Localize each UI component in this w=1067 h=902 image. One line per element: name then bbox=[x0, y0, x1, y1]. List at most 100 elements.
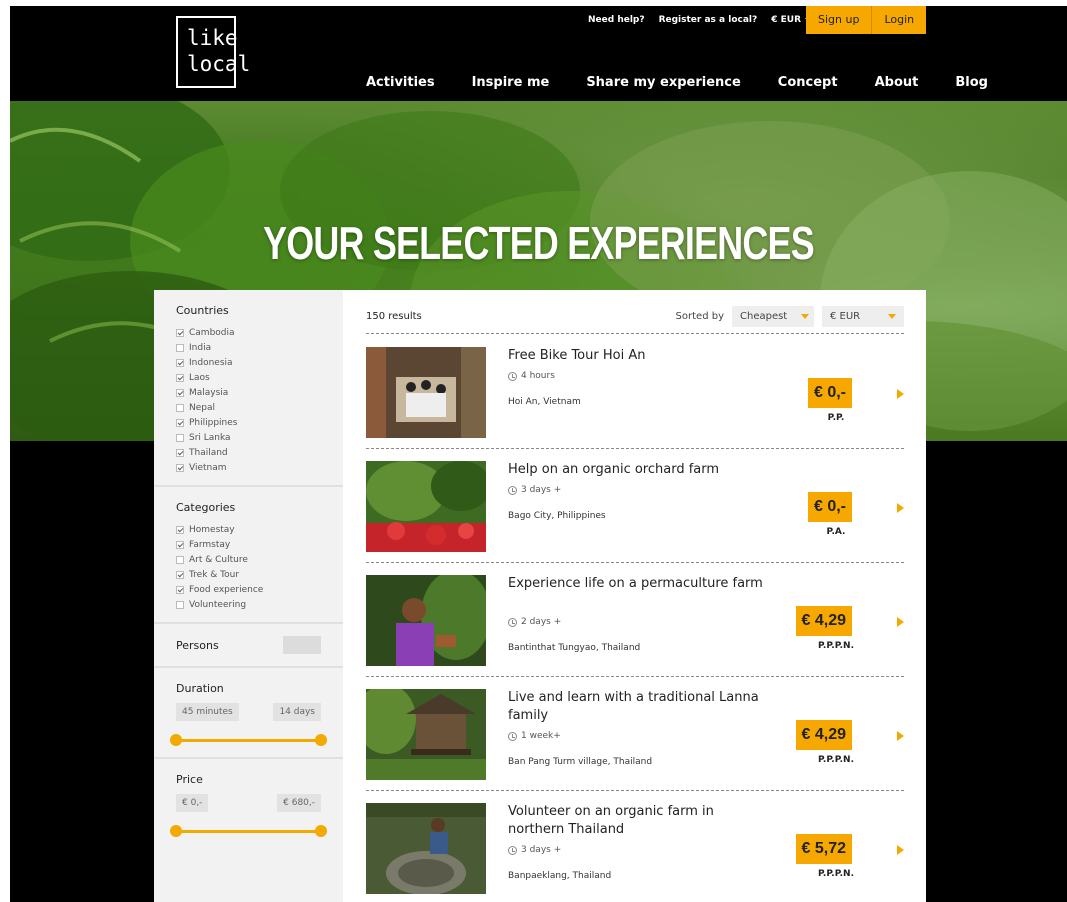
price-badge: € 0,- bbox=[807, 378, 852, 408]
duration-slider-min-handle[interactable] bbox=[170, 734, 182, 746]
category-checkbox[interactable] bbox=[176, 600, 184, 609]
countries-filter: Countries Cambodia India Indonesia Laos Mala… bbox=[154, 290, 343, 487]
register-local-link[interactable]: Register as a local? bbox=[659, 15, 758, 25]
nav-concept[interactable]: Concept bbox=[778, 75, 838, 90]
category-checkbox-row[interactable]: Food experience bbox=[176, 582, 321, 597]
result-row[interactable]: Live and learn with a traditional Lanna … bbox=[366, 677, 904, 791]
result-title[interactable]: Free Bike Tour Hoi An bbox=[508, 347, 768, 365]
duration-slider-max-handle[interactable] bbox=[315, 734, 327, 746]
category-checkbox-row[interactable]: Volunteering bbox=[176, 597, 321, 612]
price-unit: P.P.P.N. bbox=[817, 755, 855, 765]
sort-select[interactable]: Cheapest bbox=[732, 306, 814, 327]
price-min: € 0,- bbox=[176, 794, 209, 812]
country-label: Malaysia bbox=[189, 387, 229, 398]
category-label: Volunteering bbox=[189, 599, 247, 610]
nav-share-experience[interactable]: Share my experience bbox=[586, 75, 740, 90]
country-checkbox-row[interactable]: India bbox=[176, 340, 321, 355]
results-header: 150 results Sorted by Cheapest € EUR bbox=[366, 306, 904, 334]
price-slider-track bbox=[176, 830, 321, 833]
country-checkbox[interactable] bbox=[176, 343, 184, 352]
country-checkbox-row[interactable]: Indonesia bbox=[176, 355, 321, 370]
experience-photo[interactable] bbox=[366, 347, 486, 438]
country-checkbox[interactable] bbox=[176, 358, 184, 367]
result-row[interactable]: Experience life on a permaculture farm 2… bbox=[366, 563, 904, 677]
country-checkbox[interactable] bbox=[176, 403, 184, 412]
country-checkbox-row[interactable]: Cambodia bbox=[176, 325, 321, 340]
results-currency-value: € EUR bbox=[830, 311, 861, 322]
country-checkbox[interactable] bbox=[176, 418, 184, 427]
category-label: Homestay bbox=[189, 524, 235, 535]
site-logo[interactable]: like local bbox=[176, 16, 250, 88]
price-unit: P.P.P.N. bbox=[817, 641, 855, 651]
category-checkbox-row[interactable]: Art & Culture bbox=[176, 552, 321, 567]
country-checkbox[interactable] bbox=[176, 433, 184, 442]
country-label: India bbox=[189, 342, 212, 353]
clock-icon bbox=[508, 731, 517, 741]
country-checkbox-row[interactable]: Philippines bbox=[176, 415, 321, 430]
experience-photo[interactable] bbox=[366, 689, 486, 780]
arrow-right-icon[interactable] bbox=[897, 731, 904, 741]
nav-inspire-me[interactable]: Inspire me bbox=[472, 75, 550, 90]
arrow-right-icon[interactable] bbox=[897, 617, 904, 627]
clock-icon bbox=[508, 845, 517, 855]
price-badge: € 4,29 bbox=[795, 720, 852, 750]
country-checkbox-row[interactable]: Vietnam bbox=[176, 460, 321, 475]
experience-photo[interactable] bbox=[366, 575, 486, 666]
category-checkbox[interactable] bbox=[176, 585, 184, 594]
price-slider-min-handle[interactable] bbox=[170, 825, 182, 837]
arrow-right-icon[interactable] bbox=[897, 845, 904, 855]
experience-photo[interactable] bbox=[366, 461, 486, 552]
country-checkbox-row[interactable]: Nepal bbox=[176, 400, 321, 415]
category-checkbox-row[interactable]: Trek & Tour bbox=[176, 567, 321, 582]
signup-button[interactable]: Sign up bbox=[806, 6, 873, 34]
country-checkbox-row[interactable]: Malaysia bbox=[176, 385, 321, 400]
results-currency-select[interactable]: € EUR bbox=[822, 306, 904, 327]
nav-blog[interactable]: Blog bbox=[955, 75, 988, 90]
nav-activities[interactable]: Activities bbox=[366, 75, 435, 90]
chevron-down-icon bbox=[888, 314, 896, 319]
experience-photo[interactable] bbox=[366, 803, 486, 894]
country-checkbox-row[interactable]: Sri Lanka bbox=[176, 430, 321, 445]
countries-title: Countries bbox=[176, 304, 229, 317]
price-unit: P.P.P.N. bbox=[817, 869, 855, 879]
result-title[interactable]: Help on an organic orchard farm bbox=[508, 461, 768, 479]
category-checkbox-row[interactable]: Farmstay bbox=[176, 537, 321, 552]
arrow-right-icon[interactable] bbox=[897, 503, 904, 513]
sorted-by-label: Sorted by bbox=[675, 311, 724, 322]
category-checkbox[interactable] bbox=[176, 555, 184, 564]
result-location: Hoi An, Vietnam bbox=[508, 397, 581, 407]
arrow-right-icon[interactable] bbox=[897, 389, 904, 399]
country-checkbox[interactable] bbox=[176, 448, 184, 457]
result-title[interactable]: Experience life on a permaculture farm bbox=[508, 575, 768, 593]
result-row[interactable]: Help on an organic orchard farm 3 days +… bbox=[366, 449, 904, 563]
price-slider[interactable] bbox=[170, 824, 327, 838]
login-button[interactable]: Login bbox=[872, 6, 927, 34]
duration-slider[interactable] bbox=[170, 733, 327, 747]
category-checkbox[interactable] bbox=[176, 525, 184, 534]
result-duration-text: 4 hours bbox=[521, 371, 555, 381]
country-label: Sri Lanka bbox=[189, 432, 231, 443]
currency-label: € EUR bbox=[771, 15, 802, 25]
price-badge: € 5,72 bbox=[795, 834, 852, 864]
country-checkbox[interactable] bbox=[176, 373, 184, 382]
country-checkbox-row[interactable]: Laos bbox=[176, 370, 321, 385]
category-checkbox[interactable] bbox=[176, 540, 184, 549]
help-link[interactable]: Need help? bbox=[588, 15, 645, 25]
country-checkbox[interactable] bbox=[176, 463, 184, 472]
result-title[interactable]: Volunteer on an organic farm in northern… bbox=[508, 803, 768, 839]
category-checkbox[interactable] bbox=[176, 570, 184, 579]
result-row[interactable]: Volunteer on an organic farm in northern… bbox=[366, 791, 904, 902]
result-title[interactable]: Live and learn with a traditional Lanna … bbox=[508, 689, 768, 725]
country-label: Cambodia bbox=[189, 327, 235, 338]
price-slider-max-handle[interactable] bbox=[315, 825, 327, 837]
country-checkbox[interactable] bbox=[176, 328, 184, 337]
country-checkbox[interactable] bbox=[176, 388, 184, 397]
persons-filter: Persons bbox=[154, 624, 343, 668]
nav-about[interactable]: About bbox=[875, 75, 919, 90]
result-row[interactable]: Free Bike Tour Hoi An 4 hours Hoi An, Vi… bbox=[366, 335, 904, 449]
category-checkbox-row[interactable]: Homestay bbox=[176, 522, 321, 537]
persons-input[interactable] bbox=[283, 636, 321, 654]
results-panel: 150 results Sorted by Cheapest € EUR Fre… bbox=[343, 290, 926, 902]
country-checkbox-row[interactable]: Thailand bbox=[176, 445, 321, 460]
results-count: 150 results bbox=[366, 311, 422, 322]
